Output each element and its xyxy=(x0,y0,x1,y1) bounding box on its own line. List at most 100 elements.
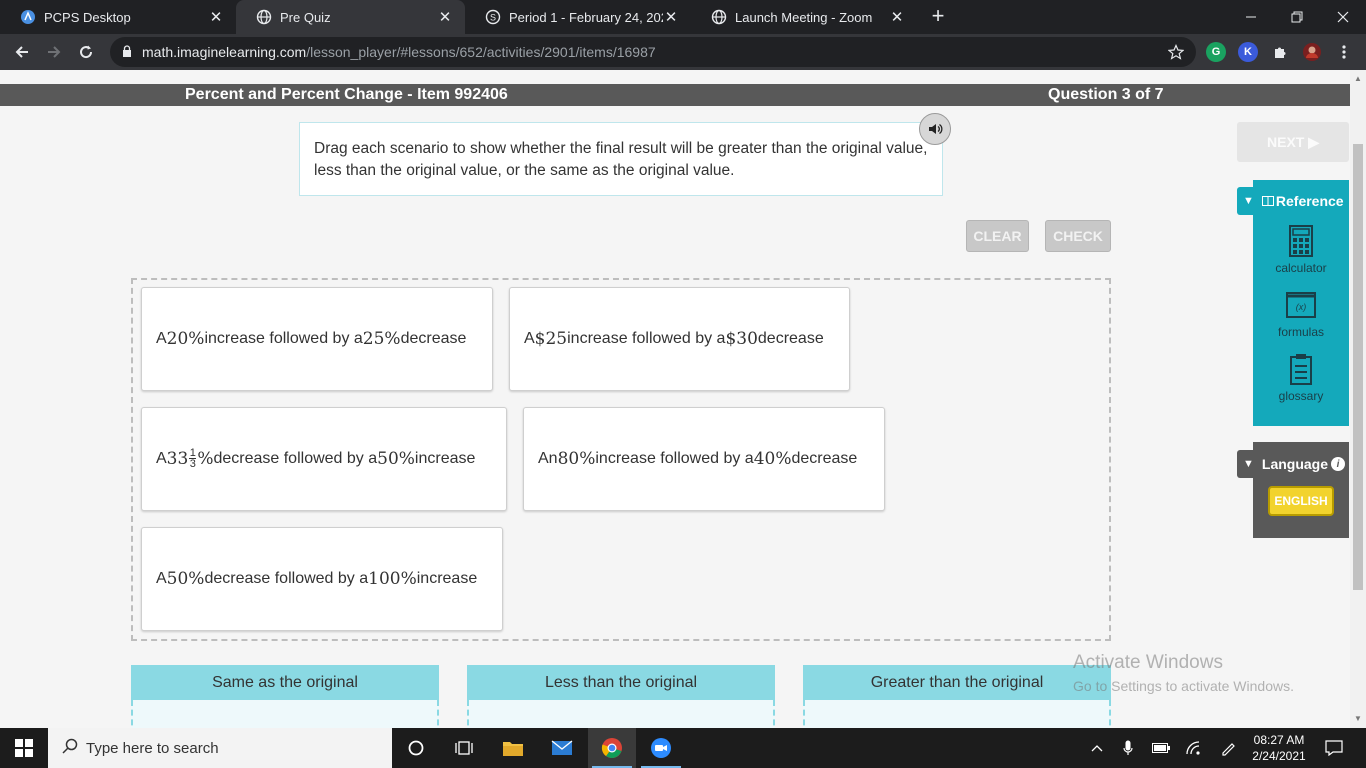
close-icon[interactable]: ✕ xyxy=(437,8,453,26)
clear-button[interactable]: CLEAR xyxy=(966,220,1029,252)
mail-icon[interactable] xyxy=(538,728,586,768)
card-text: decrease followed by a xyxy=(204,570,369,587)
back-arrow-icon[interactable] xyxy=(9,39,35,65)
bin-less[interactable]: Less than the original xyxy=(467,665,775,728)
calculator-tool[interactable]: calculator xyxy=(1253,225,1349,275)
search-icon xyxy=(62,738,78,758)
tab-zoom[interactable]: Launch Meeting - Zoom ✕ xyxy=(691,0,917,34)
profile-avatar[interactable] xyxy=(1299,39,1325,65)
card-text: An xyxy=(538,450,558,467)
card-value: 40% xyxy=(753,449,792,469)
microphone-icon[interactable] xyxy=(1118,728,1138,768)
k-extension-icon[interactable]: K xyxy=(1238,42,1258,62)
globe-icon xyxy=(711,9,727,25)
info-icon[interactable]: i xyxy=(1331,457,1346,471)
menu-dots-icon[interactable] xyxy=(1331,39,1357,65)
lesson-title: Percent and Percent Change - Item 992406 xyxy=(185,86,508,103)
fraction-denominator: 3 xyxy=(189,457,196,470)
task-view-icon[interactable] xyxy=(440,728,488,768)
language-label: Language xyxy=(1261,456,1329,472)
language-toggle[interactable]: ▼ Language i xyxy=(1237,450,1349,478)
watermark-title: Activate Windows xyxy=(1073,652,1223,673)
new-tab-button[interactable]: + xyxy=(925,4,951,30)
tab-pre-quiz[interactable]: Pre Quiz ✕ xyxy=(236,0,465,34)
card-text: decrease followed by a xyxy=(213,450,378,467)
chrome-icon[interactable] xyxy=(588,728,636,768)
scroll-down-icon[interactable]: ▼ xyxy=(1354,714,1362,723)
reload-icon[interactable] xyxy=(73,39,99,65)
notification-icon[interactable] xyxy=(1322,728,1346,768)
card-text: decrease xyxy=(400,330,467,347)
cortana-icon[interactable] xyxy=(392,728,440,768)
bin-drop-area[interactable] xyxy=(803,700,1111,728)
chevron-up-icon[interactable] xyxy=(1086,728,1108,768)
restore-icon[interactable] xyxy=(1274,0,1320,34)
taskbar-search[interactable]: Type here to search xyxy=(48,728,392,768)
grammarly-extension-icon[interactable]: G xyxy=(1206,42,1226,62)
glossary-tool[interactable]: glossary xyxy=(1253,353,1349,403)
speaker-icon[interactable] xyxy=(919,113,951,145)
bin-same[interactable]: Same as the original xyxy=(131,665,439,728)
close-icon[interactable]: ✕ xyxy=(663,8,679,26)
puzzle-icon[interactable] xyxy=(1267,39,1293,65)
english-button[interactable]: ENGLISH xyxy=(1268,486,1334,516)
pen-icon[interactable] xyxy=(1217,728,1239,768)
forward-arrow-icon[interactable] xyxy=(41,39,67,65)
check-button[interactable]: CHECK xyxy=(1045,220,1111,252)
scenario-card[interactable]: An 80% increase followed by a 40% decrea… xyxy=(523,407,885,511)
bin-drop-area[interactable] xyxy=(131,700,439,728)
address-bar[interactable]: math.imaginelearning.com /lesson_player/… xyxy=(110,37,1196,67)
triangle-down-icon: ▼ xyxy=(1243,195,1254,207)
browser-tab-strip: PCPS Desktop ✕ Pre Quiz ✕ S Period 1 - F… xyxy=(0,0,1366,34)
scrollbar-thumb[interactable] xyxy=(1353,144,1363,590)
zoom-icon[interactable] xyxy=(637,728,685,768)
card-value: 80% xyxy=(557,449,596,469)
scroll-up-icon[interactable]: ▲ xyxy=(1354,74,1362,83)
close-icon[interactable]: ✕ xyxy=(889,8,905,26)
url-path: /lesson_player/#lessons/652/activities/2… xyxy=(306,44,656,60)
formulas-icon-text: (x) xyxy=(1295,302,1307,312)
wifi-icon[interactable] xyxy=(1183,728,1205,768)
card-value: 50% xyxy=(166,569,205,589)
scenario-card[interactable]: A 33 1 3% decrease followed by a 50% incre… xyxy=(141,407,507,511)
bin-header: Less than the original xyxy=(467,665,775,700)
reference-label: Reference xyxy=(1275,193,1344,209)
card-text: increase xyxy=(416,570,478,587)
bin-drop-area[interactable] xyxy=(467,700,775,728)
card-text: increase followed by a xyxy=(204,330,363,347)
tab-pcps-desktop[interactable]: PCPS Desktop ✕ xyxy=(0,0,236,34)
formulas-tool[interactable]: (x) formulas xyxy=(1253,289,1349,339)
close-icon[interactable]: ✕ xyxy=(208,8,224,26)
system-clock[interactable]: 08:27 AM 2/24/2021 xyxy=(1246,732,1312,764)
reference-toggle[interactable]: ▼ Reference xyxy=(1237,187,1349,215)
tab-period-1[interactable]: S Period 1 - February 24, 2021 | S ✕ xyxy=(465,0,691,34)
windows-start-icon[interactable] xyxy=(0,728,48,768)
fraction-numerator: 1 xyxy=(189,446,196,459)
scenario-card[interactable]: A 20% increase followed by a 25% decreas… xyxy=(141,287,493,391)
watermark-subtitle: Go to Settings to activate Windows. xyxy=(1073,678,1294,694)
card-value: 20% xyxy=(166,329,205,349)
card-value: $25 xyxy=(534,329,568,349)
card-value: 25% xyxy=(362,329,401,349)
minimize-icon[interactable] xyxy=(1228,0,1274,34)
next-button[interactable]: NEXT ▶ xyxy=(1237,122,1349,162)
pcps-icon xyxy=(20,9,36,25)
tool-label: glossary xyxy=(1278,389,1324,403)
battery-icon[interactable] xyxy=(1150,728,1172,768)
file-explorer-icon[interactable] xyxy=(489,728,537,768)
question-prompt: Drag each scenario to show whether the f… xyxy=(299,122,943,196)
tool-label: formulas xyxy=(1277,325,1324,339)
card-text: increase xyxy=(414,450,476,467)
close-window-icon[interactable] xyxy=(1320,0,1366,34)
scenario-card[interactable]: A $25 increase followed by a $30 decreas… xyxy=(509,287,850,391)
schoology-icon: S xyxy=(485,9,501,25)
tab-title: Pre Quiz xyxy=(280,9,331,25)
card-text: decrease xyxy=(757,330,824,347)
bookmark-star-icon[interactable] xyxy=(1163,39,1189,65)
windows-taskbar: Type here to search 08:27 AM 2/24/2021 xyxy=(0,728,1366,768)
tab-title: Period 1 - February 24, 2021 | S xyxy=(509,9,663,25)
bin-greater[interactable]: Greater than the original xyxy=(803,665,1111,728)
page-scrollbar[interactable]: ▲ ▼ xyxy=(1350,70,1366,728)
formulas-icon: (x) xyxy=(1286,289,1316,321)
scenario-card[interactable]: A 50% decrease followed by a 100% increa… xyxy=(141,527,503,631)
